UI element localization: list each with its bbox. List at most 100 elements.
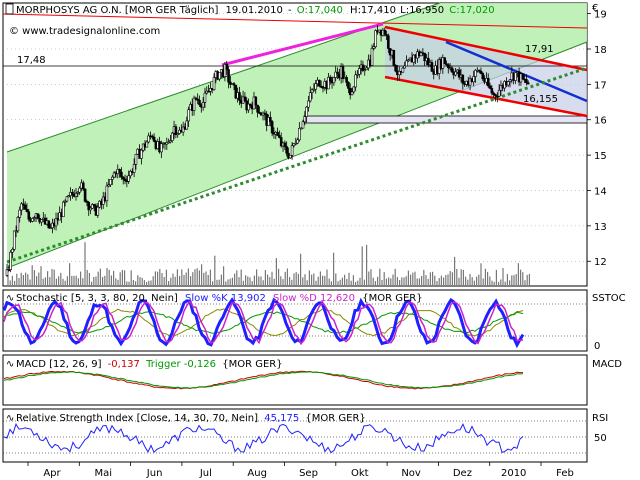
candle-body: [27, 211, 31, 220]
candle-body: [301, 121, 305, 129]
candle-body: [276, 131, 279, 136]
candle: [61, 200, 65, 218]
candle-body: [105, 185, 109, 202]
svg-text:Stochastic [5, 3, 3, 80, 20, N: Stochastic [5, 3, 3, 80, 20, Nein] Slow …: [16, 293, 423, 304]
candle-body: [225, 63, 229, 70]
candle-body: [481, 73, 485, 80]
candle-body: [303, 116, 307, 123]
macd-label: MACD [12, 26, 9]: [16, 359, 102, 370]
candle-body: [450, 67, 454, 73]
candle-body: [40, 219, 43, 223]
candle-body: [78, 187, 81, 193]
candle-body: [118, 169, 121, 173]
candle-body: [270, 121, 274, 134]
candle-body: [288, 155, 292, 159]
rsi-value: 45,175: [264, 413, 299, 424]
candle-body: [347, 82, 350, 89]
candle-body: [401, 67, 405, 73]
candle-body: [443, 57, 446, 65]
stochastic-k-value: Slow %K 13,902: [185, 293, 266, 304]
candle-body: [497, 89, 501, 97]
candle-body: [525, 79, 528, 84]
support-box: [303, 115, 588, 124]
candle-body: [218, 72, 221, 80]
candle-body: [18, 209, 22, 218]
candle-body: [514, 72, 517, 81]
candle-body: [140, 149, 143, 159]
candle-body: [65, 196, 69, 202]
candle-body: [212, 77, 216, 90]
price-tick-label: 16: [594, 116, 607, 127]
rsi-tick-fifty: 50: [594, 433, 607, 444]
instrument-title: MORPHOSYS AG O.N. [MOR GER Täglich]: [16, 5, 218, 16]
candle: [16, 216, 20, 234]
candle-body: [25, 209, 29, 212]
stochastic-label: Stochastic [5, 3, 3, 80, 20, Nein]: [16, 293, 178, 304]
rsi-label: Relative Strength Index [Close, 14, 30, …: [16, 413, 258, 424]
chart: 1213141516171819 MORPHOSYS AG O.N. [MOR …: [2, 2, 626, 479]
candle-body: [243, 96, 247, 102]
x-tick-label: 2010: [501, 468, 526, 479]
candle-body: [341, 66, 345, 79]
header-close: C:17,020: [449, 5, 494, 16]
candle-body: [352, 86, 356, 93]
candle-body: [383, 29, 387, 35]
candle-body: [488, 85, 492, 89]
macd-trigger-value: Trigger -0,126: [145, 359, 216, 370]
stochastic-tick-zero: 0: [594, 341, 600, 352]
x-tick-label: Nov: [401, 468, 421, 479]
macd-name: MACD: [592, 359, 622, 370]
candle-body: [198, 100, 201, 106]
candle-body: [74, 192, 78, 197]
candle-body: [318, 79, 321, 87]
macd-panel: MACD [12, 26, 9] -0,137 Trigger -0,126 {…: [2, 354, 622, 406]
price-tick-label: 17: [594, 80, 607, 91]
x-tick-label: Jun: [146, 468, 163, 479]
candle-body: [298, 127, 301, 141]
candle-body: [23, 204, 27, 210]
candle-body: [461, 74, 465, 84]
candle-body: [296, 139, 299, 144]
candle: [47, 220, 51, 229]
rsi-panel: Relative Strength Index [Close, 14, 30, …: [2, 408, 608, 463]
candle: [12, 230, 16, 252]
currency-symbol: €: [592, 3, 598, 14]
candle-body: [526, 82, 530, 85]
candle-body: [285, 146, 288, 154]
x-tick-label: Aug: [247, 468, 267, 479]
candle-body: [109, 179, 112, 186]
candle-body: [278, 135, 281, 138]
macd-glyph: ∿: [6, 359, 14, 370]
header-low: L:16,950: [400, 5, 444, 16]
candle-body: [307, 100, 310, 108]
candle-body: [490, 88, 494, 94]
candle-body: [16, 217, 20, 232]
candle-body: [394, 64, 397, 72]
candle: [83, 188, 87, 203]
candle-body: [47, 220, 51, 229]
candle-body: [486, 77, 490, 87]
candle-body: [111, 176, 114, 180]
x-tick-label: Jul: [199, 468, 212, 479]
lower-flag-label: 16,155: [523, 94, 558, 105]
header-date: 19.01.2010: [226, 5, 283, 16]
stochastic-d-value: Slow %D 12,620: [273, 293, 355, 304]
candle-body: [134, 153, 138, 165]
x-tick-label: Feb: [556, 468, 574, 479]
candle-body: [403, 65, 406, 69]
header-separator: -: [288, 5, 292, 16]
rsi-glyph: ∿: [6, 413, 14, 424]
macd-value: -0,137: [108, 359, 140, 370]
candle-body: [354, 74, 357, 88]
svg-text:Relative Strength Index [Close: Relative Strength Index [Close, 14, 30, …: [16, 413, 366, 424]
candle-body: [345, 77, 348, 83]
candle-body: [96, 206, 100, 216]
x-tick-label: Mai: [95, 468, 113, 479]
x-tick-label: Okt: [351, 468, 369, 479]
candle-body: [132, 164, 136, 173]
candle-body: [479, 70, 483, 74]
x-tick-label: Sep: [299, 468, 318, 479]
candle-body: [305, 106, 308, 117]
candle-body: [192, 97, 196, 111]
stochastic-name: SSTOC: [592, 293, 626, 304]
